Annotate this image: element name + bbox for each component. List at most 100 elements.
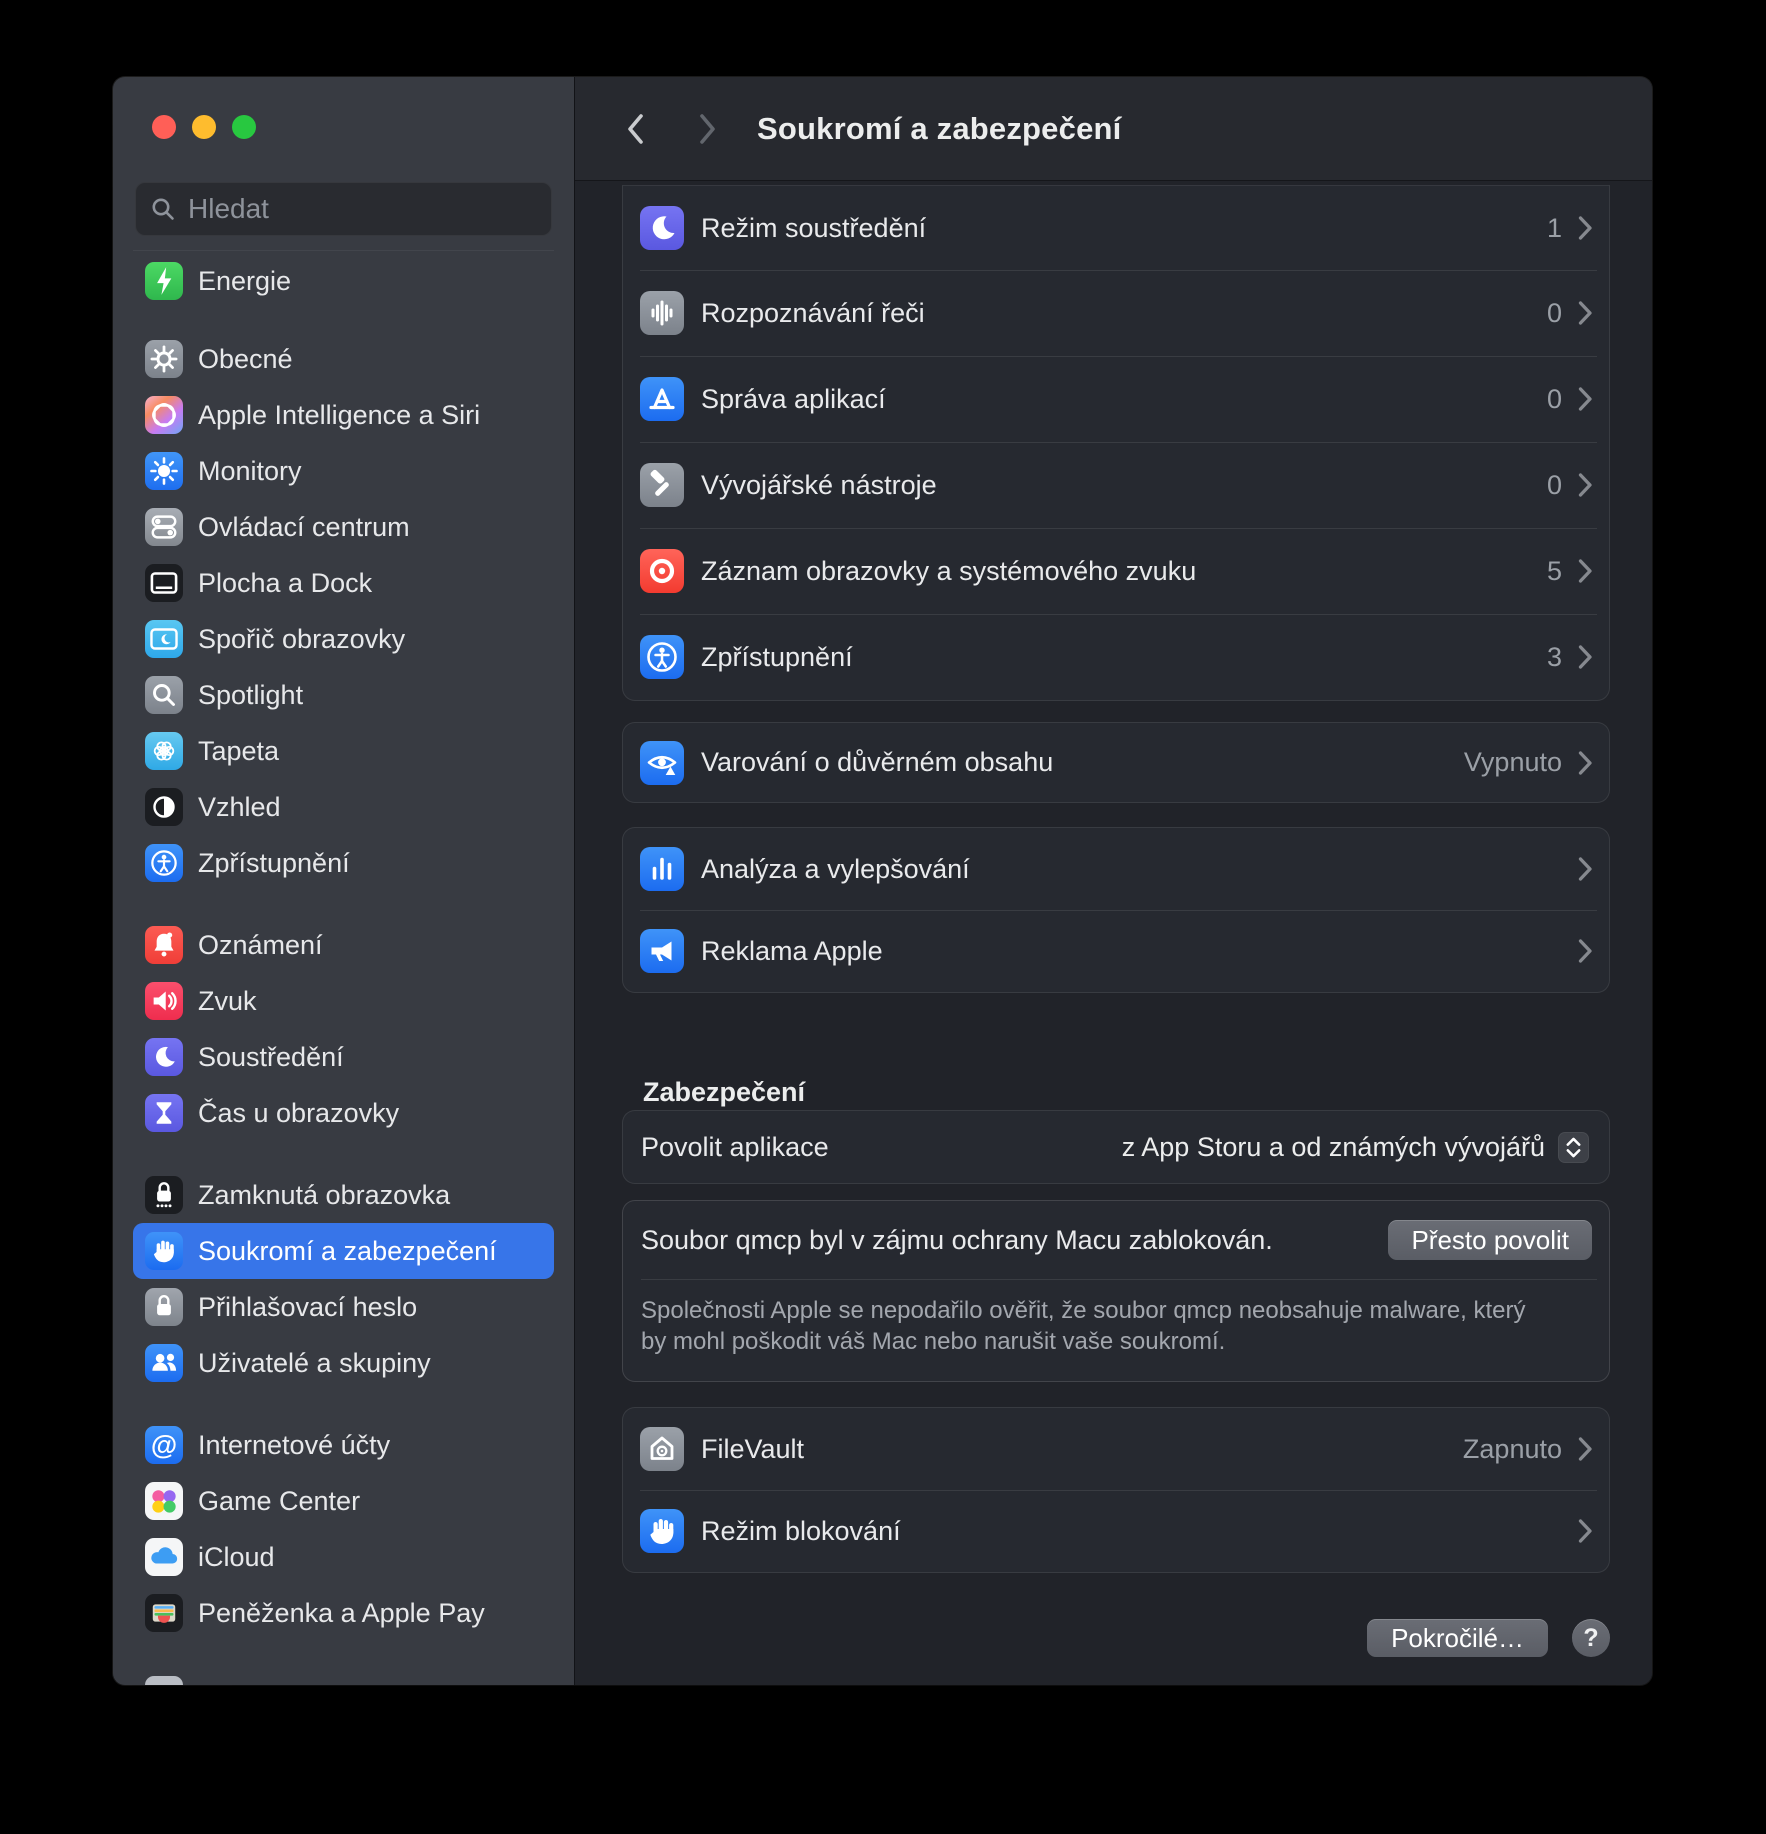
chevron-right-icon <box>1578 558 1593 584</box>
sidebar-item-tapeta[interactable]: Tapeta <box>133 723 554 779</box>
help-button[interactable]: ? <box>1572 1619 1610 1657</box>
sidebar-item-icloud[interactable]: iCloud <box>133 1529 554 1585</box>
row-value: Vypnuto <box>1464 747 1562 778</box>
minimize-button[interactable] <box>192 115 216 139</box>
sidebar-group: @Internetové účtyGame CenteriCloudPeněže… <box>133 1417 554 1641</box>
sidebar-item-obecn-[interactable]: Obecné <box>133 331 554 387</box>
row-label: Analýza a vylepšování <box>701 854 1578 885</box>
sidebar-item-vzhled[interactable]: Vzhled <box>133 779 554 835</box>
row-label: Reklama Apple <box>701 936 1578 967</box>
back-button[interactable] <box>623 111 647 147</box>
settings-row-rozpozn-v-n-e-i[interactable]: Rozpoznávání řeči0 <box>623 270 1609 356</box>
sidebar-item-plocha-a-dock[interactable]: Plocha a Dock <box>133 555 554 611</box>
sidebar-item-label: Zvuk <box>198 986 257 1017</box>
sidebar-item-soust-ed-n-[interactable]: Soustředění <box>133 1029 554 1085</box>
settings-row-varov-n-o-d-v-rn-m-obsahu[interactable]: Varování o důvěrném obsahuVypnuto <box>623 723 1609 802</box>
sidebar-item-ozn-men-[interactable]: Oznámení <box>133 917 554 973</box>
row-value: 5 <box>1547 556 1562 587</box>
sidebar-item-zp-stupn-n-[interactable]: Zpřístupnění <box>133 835 554 891</box>
sidebar-item-label: Ovládací centrum <box>198 512 410 543</box>
sidebar-item-ovl-dac-centrum[interactable]: Ovládací centrum <box>133 499 554 555</box>
chevron-right-icon <box>1578 472 1593 498</box>
close-button[interactable] <box>152 115 176 139</box>
sound-icon <box>145 982 183 1020</box>
allow-apps-card: Povolit aplikace z App Storu a od známýc… <box>622 1110 1610 1184</box>
row-label: Režim soustředění <box>701 213 1547 244</box>
search-input[interactable] <box>186 192 537 226</box>
sidebar-item-pen-enka-a-apple-pay[interactable]: Peněženka a Apple Pay <box>133 1585 554 1641</box>
at-icon: @ <box>145 1426 183 1464</box>
search-field[interactable] <box>135 182 552 236</box>
settings-row-re-im-blokov-n-[interactable]: Režim blokování <box>623 1490 1609 1572</box>
sidebar-item-label: Obecné <box>198 344 293 375</box>
sidebar-item-energie[interactable]: Energie <box>133 253 554 309</box>
settings-row-anal-za-a-vylep-ov-n-[interactable]: Analýza a vylepšování <box>623 828 1609 910</box>
sidebar-item-zamknut-obrazovka[interactable]: Zamknutá obrazovka <box>133 1167 554 1223</box>
sidebar-item-u-ivatel-a-skupiny[interactable]: Uživatelé a skupiny <box>133 1335 554 1391</box>
blocked-file-warning-card: Soubor qmcp byl v zájmu ochrany Macu zab… <box>622 1200 1610 1382</box>
page-title: Soukromí a zabezpečení <box>757 111 1121 147</box>
bell-icon <box>145 926 183 964</box>
settings-row-spr-va-aplikac-[interactable]: Správa aplikací0 <box>623 356 1609 442</box>
sidebar-group: Obecné Apple Intelligence a Siri Monitory O… <box>133 331 554 891</box>
sidebar-item-spo-i-obrazovky[interactable]: Spořič obrazovky <box>133 611 554 667</box>
settings-row-z-znam-obrazovky-a-syst-mov-ho-zvuku[interactable]: Záznam obrazovky a systémového zvuku5 <box>623 528 1609 614</box>
controlcenter-icon <box>145 508 183 546</box>
privacy-groups: Režim soustředění1Rozpoznávání řeči0Sprá… <box>622 185 1610 993</box>
sidebar-group: Energie <box>133 253 554 309</box>
advanced-button[interactable]: Pokročilé… <box>1367 1619 1548 1657</box>
sidebar-item--as-u-obrazovky[interactable]: Čas u obrazovky <box>133 1085 554 1141</box>
sidebar-item-p-ihla-ovac-heslo[interactable]: Přihlašovací heslo <box>133 1279 554 1335</box>
allow-anyway-button[interactable]: Přesto povolit <box>1388 1220 1592 1260</box>
settings-row-filevault[interactable]: FileVaultZapnuto <box>623 1408 1609 1490</box>
sidebar-item-label: Přihlašovací heslo <box>198 1292 417 1323</box>
sidebar-group: Zamknutá obrazovka Soukromí a zabezpečení… <box>133 1167 554 1391</box>
sidebar-item-label: Spotlight <box>198 680 303 711</box>
spotlight-icon <box>145 676 183 714</box>
zoom-button[interactable] <box>232 115 256 139</box>
sidebar-item-spotlight[interactable]: Spotlight <box>133 667 554 723</box>
allow-apps-dropdown-stepper[interactable] <box>1558 1132 1589 1163</box>
sidebar-item-label: Monitory <box>198 456 302 487</box>
settings-row-zp-stupn-n-[interactable]: Zpřístupnění3 <box>623 614 1609 700</box>
hourglass-icon <box>145 1094 183 1132</box>
row-value: 0 <box>1547 384 1562 415</box>
allow-apps-row[interactable]: Povolit aplikace z App Storu a od známýc… <box>623 1111 1609 1183</box>
search-icon <box>150 196 176 222</box>
gear-icon <box>145 340 183 378</box>
bottom-bar: Pokročilé… ? <box>622 1619 1610 1657</box>
row-label: Správa aplikací <box>701 384 1547 415</box>
settings-card: Režim soustředění1Rozpoznávání řeči0Sprá… <box>622 185 1610 701</box>
sidebar-item-label: Soukromí a zabezpečení <box>198 1236 497 1267</box>
sidebar: Energie Obecné Apple Intelligence a Siri Mo… <box>113 77 575 1685</box>
chevron-right-icon <box>696 111 720 147</box>
settings-row-re-im-soust-ed-n-[interactable]: Režim soustředění1 <box>623 186 1609 270</box>
chevron-right-icon <box>1578 750 1593 776</box>
sidebar-item-game-center[interactable]: Game Center <box>133 1473 554 1529</box>
sidebar-item-monitory[interactable]: Monitory <box>133 443 554 499</box>
intelligence-icon <box>145 396 183 434</box>
focus-icon <box>640 206 684 250</box>
sidebar-group: Oznámení Zvuk Soustředění Čas u obrazovky <box>133 917 554 1141</box>
forward-button[interactable] <box>696 111 720 147</box>
sidebar-item-zvuk[interactable]: Zvuk <box>133 973 554 1029</box>
sidebar-item-label: Zamknutá obrazovka <box>198 1180 450 1211</box>
sidebar-item-label: Čas u obrazovky <box>198 1098 399 1129</box>
chevron-right-icon <box>1578 644 1593 670</box>
wallpaper-icon <box>145 732 183 770</box>
sidebar-item-soukrom-a-zabezpe-en-[interactable]: Soukromí a zabezpečení <box>133 1223 554 1279</box>
sidebar-item-label: Zpřístupnění <box>198 848 350 879</box>
sidebar-item-partial[interactable] <box>133 1667 554 1685</box>
settings-row-reklama-apple[interactable]: Reklama Apple <box>623 910 1609 992</box>
sidebar-item-label: Tapeta <box>198 736 279 767</box>
sidebar-item-label: Uživatelé a skupiny <box>198 1348 431 1379</box>
chevron-right-icon <box>1578 300 1593 326</box>
settings-row-v-voj-sk-n-stroje[interactable]: Vývojářské nástroje0 <box>623 442 1609 528</box>
allow-apps-value: z App Storu a od známých vývojářů <box>1122 1132 1545 1163</box>
sidebar-item-internetov-ty[interactable]: @Internetové účty <box>133 1417 554 1473</box>
row-value: 0 <box>1547 470 1562 501</box>
lockgray-icon <box>145 1288 183 1326</box>
sidebar-item-apple-intelligence-a-siri[interactable]: Apple Intelligence a Siri <box>133 387 554 443</box>
analytics-icon <box>640 847 684 891</box>
chevron-right-icon <box>1578 1436 1593 1462</box>
